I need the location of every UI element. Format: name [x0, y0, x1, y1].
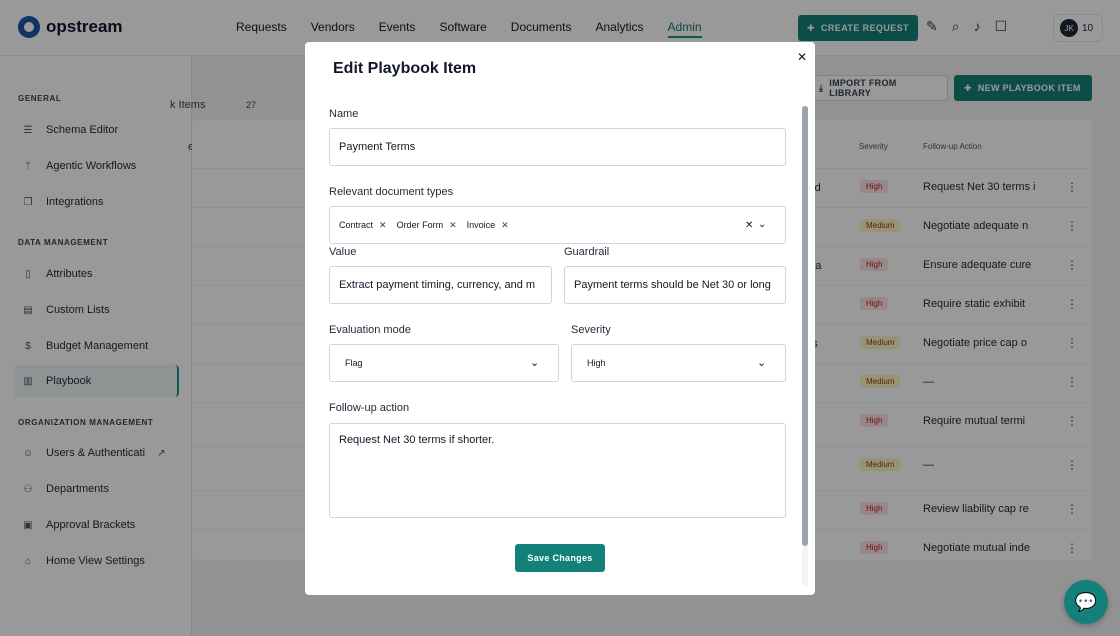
close-icon[interactable]: ✕	[797, 50, 807, 64]
name-label: Name	[329, 108, 359, 120]
save-changes-button[interactable]: Save Changes	[515, 544, 605, 572]
chip-invoice: Invoice ✕	[467, 220, 509, 231]
value-field[interactable]: Extract payment timing, currency, and m	[329, 266, 552, 304]
scroll-thumb[interactable]	[802, 106, 808, 546]
evaluation-mode-select[interactable]: Flag	[329, 344, 559, 382]
chevron-down-icon[interactable]: ⌄	[758, 219, 766, 230]
severity-label: Severity	[571, 324, 611, 336]
chat-support-button[interactable]: 💬	[1064, 580, 1108, 624]
remove-icon[interactable]: ✕	[501, 220, 509, 231]
modal-scrollbar[interactable]	[802, 106, 808, 586]
evaluation-mode-label: Evaluation mode	[329, 324, 411, 336]
chip-order-form: Order Form ✕	[397, 220, 457, 231]
clear-all-icon[interactable]: ✕	[745, 220, 753, 231]
doc-types-select[interactable]: Contract ✕ Order Form ✕ Invoice ✕	[329, 206, 786, 244]
chip-label: Contract	[339, 220, 374, 230]
remove-icon[interactable]: ✕	[379, 220, 387, 231]
chevron-down-icon: ⌄	[757, 357, 767, 369]
modal-title: Edit Playbook Item	[333, 60, 477, 77]
doc-types-label: Relevant document types	[329, 186, 454, 198]
followup-label: Follow-up action	[329, 402, 410, 414]
guardrail-field[interactable]: Payment terms should be Net 30 or long	[564, 266, 786, 304]
name-field[interactable]: Payment Terms	[329, 128, 786, 166]
chip-contract: Contract ✕	[339, 220, 387, 231]
chevron-down-icon: ⌄	[530, 357, 540, 369]
remove-icon[interactable]: ✕	[449, 220, 457, 231]
chip-label: Invoice	[466, 220, 496, 230]
chat-bubble-icon: 💬	[1074, 591, 1098, 612]
edit-playbook-item-modal: Edit Playbook Item ✕ Name Payment Terms …	[305, 42, 815, 595]
chip-label: Order Form	[396, 220, 444, 230]
followup-textarea[interactable]: Request Net 30 terms if shorter.	[329, 423, 786, 518]
value-label: Value	[329, 246, 357, 258]
guardrail-label: Guardrail	[564, 246, 610, 258]
severity-select[interactable]: High	[571, 344, 786, 382]
